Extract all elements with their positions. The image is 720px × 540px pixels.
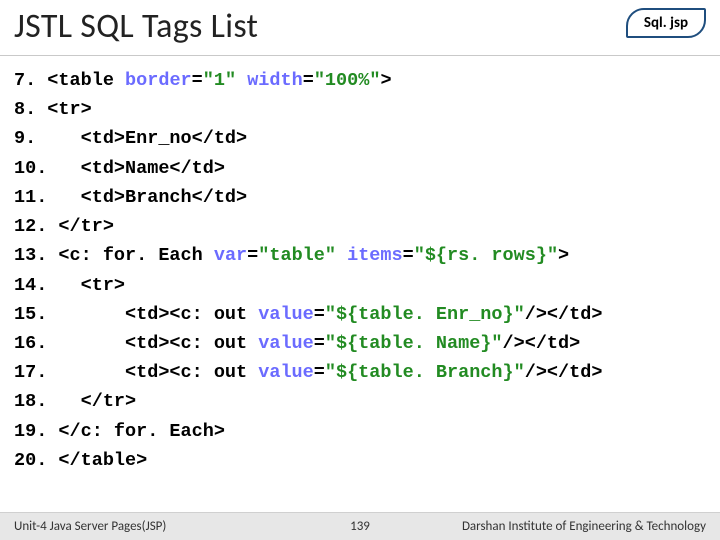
code-line: 11. <td>Branch</td>: [14, 183, 706, 212]
code-line: 13. <c: for. Each var="table" items="${r…: [14, 241, 706, 270]
code-line: 7. <table border="1" width="100%">: [14, 66, 706, 95]
slide-footer: Unit-4 Java Server Pages(JSP) 139 Darsha…: [0, 512, 720, 540]
code-line: 19. </c: for. Each>: [14, 417, 706, 446]
unit-label: Unit-4 Java Server Pages(JSP): [14, 519, 166, 534]
code-line: 15. <td><c: out value="${table. Enr_no}"…: [14, 300, 706, 329]
page-number: 139: [350, 519, 370, 534]
code-line: 20. </table>: [14, 446, 706, 475]
code-line: 14. <tr>: [14, 271, 706, 300]
code-line: 18. </tr>: [14, 387, 706, 416]
institute-label: Darshan Institute of Engineering & Techn…: [462, 519, 706, 534]
code-line: 16. <td><c: out value="${table. Name}"/>…: [14, 329, 706, 358]
filename-badge: Sql. jsp: [626, 8, 706, 38]
code-line: 12. </tr>: [14, 212, 706, 241]
code-block: 7. <table border="1" width="100%">8. <tr…: [0, 56, 720, 475]
page-title: JSTL SQL Tags List: [14, 6, 258, 47]
slide-header: JSTL SQL Tags List Sql. jsp: [0, 0, 720, 56]
code-line: 9. <td>Enr_no</td>: [14, 124, 706, 153]
code-line: 10. <td>Name</td>: [14, 154, 706, 183]
code-line: 8. <tr>: [14, 95, 706, 124]
code-line: 17. <td><c: out value="${table. Branch}"…: [14, 358, 706, 387]
